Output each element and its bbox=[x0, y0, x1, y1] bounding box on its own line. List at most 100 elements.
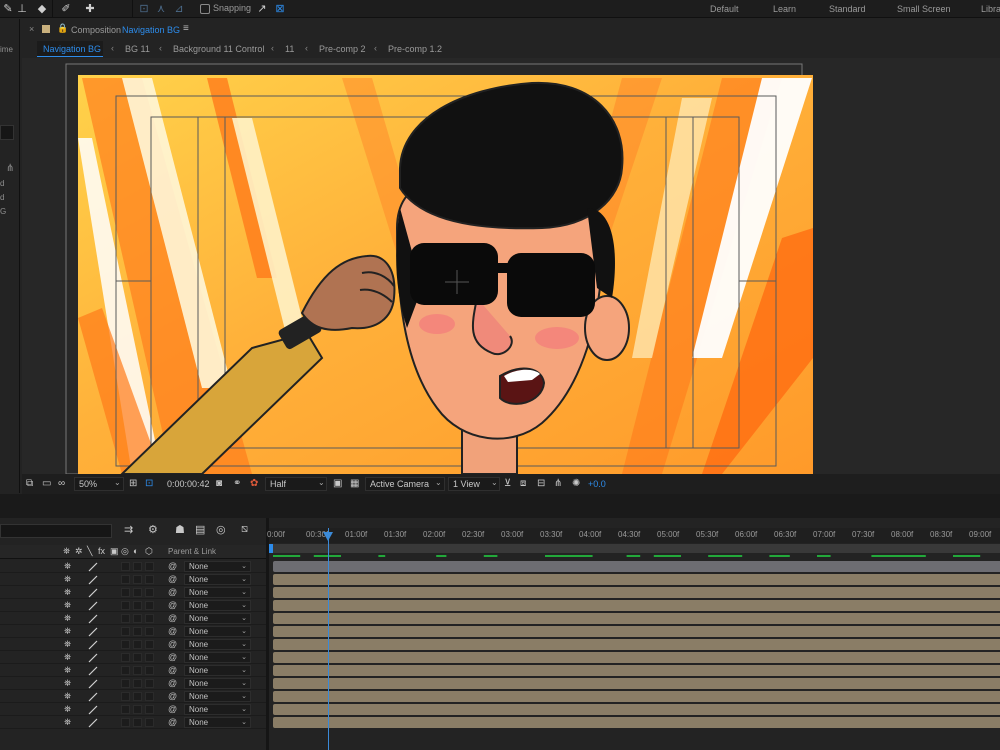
shy-layer-icon[interactable]: ⛯ bbox=[64, 560, 71, 572]
motion-blur-icon[interactable]: ◎ bbox=[216, 523, 226, 536]
roto-brush-icon[interactable]: ✐ bbox=[58, 1, 74, 17]
motion-blur-checkbox[interactable] bbox=[121, 679, 130, 688]
adjustment-layer-checkbox[interactable] bbox=[133, 692, 142, 701]
pick-whip-icon[interactable]: @ bbox=[168, 690, 177, 702]
snap-options-icon[interactable]: ↗ bbox=[254, 1, 270, 17]
adjustment-layer-checkbox[interactable] bbox=[133, 562, 142, 571]
parent-dropdown[interactable]: None ⌄ bbox=[184, 717, 251, 728]
snapping-checkbox[interactable] bbox=[200, 4, 210, 14]
layer-search-input[interactable] bbox=[0, 524, 112, 538]
snap-grid-icon[interactable]: ⊠ bbox=[272, 1, 288, 17]
adjustment-layer-checkbox[interactable] bbox=[133, 614, 142, 623]
monitor-icon[interactable]: ▭ bbox=[42, 478, 51, 490]
3d-layer-checkbox[interactable] bbox=[145, 562, 154, 571]
workspace-standard[interactable]: Standard bbox=[829, 4, 866, 14]
quality-switch-icon[interactable] bbox=[88, 692, 98, 702]
shy-layer-icon[interactable]: ⛯ bbox=[64, 573, 71, 585]
parent-dropdown[interactable]: None ⌄ bbox=[184, 691, 251, 702]
layer-row[interactable]: ⛯ @ None ⌄ bbox=[0, 612, 266, 625]
3d-layer-checkbox[interactable] bbox=[145, 588, 154, 597]
3d-layer-checkbox[interactable] bbox=[145, 692, 154, 701]
breadcrumb-pre-comp-1-2[interactable]: Pre-comp 1.2 bbox=[388, 44, 442, 54]
pick-whip-icon[interactable]: @ bbox=[168, 638, 177, 650]
layer-duration-bar[interactable] bbox=[273, 626, 1000, 637]
workspace-default[interactable]: Default bbox=[710, 4, 739, 14]
breadcrumb-navigation-bg[interactable]: Navigation BG bbox=[43, 44, 101, 54]
flowchart-icon[interactable]: ⋔ bbox=[6, 163, 14, 174]
parent-dropdown[interactable]: None ⌄ bbox=[184, 587, 251, 598]
layer-duration-bar[interactable] bbox=[273, 665, 1000, 676]
current-time-indicator[interactable] bbox=[323, 532, 333, 541]
draft-3d-icon[interactable]: ⚙ bbox=[148, 523, 158, 536]
shy-layer-icon[interactable]: ⛯ bbox=[64, 677, 71, 689]
quality-switch-icon[interactable] bbox=[88, 575, 98, 585]
pick-whip-icon[interactable]: @ bbox=[168, 573, 177, 585]
3d-layer-checkbox[interactable] bbox=[145, 679, 154, 688]
pick-whip-icon[interactable]: @ bbox=[168, 664, 177, 676]
3d-layer-checkbox[interactable] bbox=[145, 614, 154, 623]
layer-row[interactable]: ⛯ @ None ⌄ bbox=[0, 573, 266, 586]
reset-exposure-icon[interactable]: ✺ bbox=[572, 478, 580, 490]
shy-layer-icon[interactable]: ⛯ bbox=[64, 586, 71, 598]
breadcrumb-11[interactable]: 11 bbox=[285, 44, 294, 54]
motion-blur-checkbox[interactable] bbox=[121, 575, 130, 584]
shy-layer-icon[interactable]: ⛯ bbox=[64, 599, 71, 611]
safe-zones-icon[interactable]: ⊞ bbox=[129, 478, 137, 490]
3d-layer-checkbox[interactable] bbox=[145, 718, 154, 727]
parent-dropdown[interactable]: None ⌄ bbox=[184, 639, 251, 650]
composition-viewer[interactable] bbox=[22, 58, 1000, 474]
vr-goggles-icon[interactable]: ∞ bbox=[58, 478, 65, 490]
motion-blur-checkbox[interactable] bbox=[121, 640, 130, 649]
layer-row[interactable]: ⛯ @ None ⌄ bbox=[0, 560, 266, 573]
shy-layer-icon[interactable]: ⛯ bbox=[64, 664, 71, 676]
pick-whip-icon[interactable]: @ bbox=[168, 703, 177, 715]
pick-whip-icon[interactable]: @ bbox=[168, 651, 177, 663]
workspace-learn[interactable]: Learn bbox=[773, 4, 796, 14]
layer-row[interactable]: ⛯ @ None ⌄ bbox=[0, 625, 266, 638]
layer-duration-bar[interactable] bbox=[273, 613, 1000, 624]
flowchart-icon[interactable]: ⋔ bbox=[554, 478, 562, 490]
project-search-field[interactable] bbox=[0, 125, 14, 140]
world-axis-icon[interactable]: ⋏ bbox=[153, 1, 169, 17]
show-snapshot-icon[interactable]: ⚭ bbox=[233, 478, 241, 490]
pick-whip-icon[interactable]: @ bbox=[168, 677, 177, 689]
playhead-line[interactable] bbox=[328, 528, 329, 750]
snapshot-camera-icon[interactable]: ◙ bbox=[216, 478, 222, 490]
motion-blur-checkbox[interactable] bbox=[121, 653, 130, 662]
motion-blur-checkbox[interactable] bbox=[121, 627, 130, 636]
layer-duration-bar[interactable] bbox=[273, 587, 1000, 598]
layer-duration-bar[interactable] bbox=[273, 704, 1000, 715]
layer-row[interactable]: ⛯ @ None ⌄ bbox=[0, 651, 266, 664]
layer-row[interactable]: ⛯ @ None ⌄ bbox=[0, 638, 266, 651]
layer-duration-bar[interactable] bbox=[273, 678, 1000, 689]
close-icon[interactable]: × bbox=[29, 24, 34, 34]
always-preview-icon[interactable]: ⧉ bbox=[26, 478, 33, 490]
work-area-start-handle[interactable] bbox=[269, 544, 273, 553]
adjustment-layer-checkbox[interactable] bbox=[133, 640, 142, 649]
comp-flowchart-icon[interactable]: ⇉ bbox=[124, 523, 133, 536]
motion-blur-checkbox[interactable] bbox=[121, 666, 130, 675]
3d-layer-checkbox[interactable] bbox=[145, 705, 154, 714]
parent-dropdown[interactable]: None ⌄ bbox=[184, 678, 251, 689]
3d-layer-checkbox[interactable] bbox=[145, 575, 154, 584]
motion-blur-checkbox[interactable] bbox=[121, 692, 130, 701]
breadcrumb-pre-comp-2[interactable]: Pre-comp 2 bbox=[319, 44, 366, 54]
parent-dropdown[interactable]: None ⌄ bbox=[184, 561, 251, 572]
adjustment-layer-checkbox[interactable] bbox=[133, 705, 142, 714]
motion-blur-checkbox[interactable] bbox=[121, 705, 130, 714]
parent-dropdown[interactable]: None ⌄ bbox=[184, 652, 251, 663]
channel-rgb-icon[interactable]: ✿ bbox=[250, 478, 258, 490]
quality-switch-icon[interactable] bbox=[88, 562, 98, 572]
pick-whip-icon[interactable]: @ bbox=[168, 586, 177, 598]
local-axis-icon[interactable]: ⊡ bbox=[136, 1, 152, 17]
adjustment-layer-checkbox[interactable] bbox=[133, 679, 142, 688]
parent-dropdown[interactable]: None ⌄ bbox=[184, 613, 251, 624]
shy-layer-icon[interactable]: ⛯ bbox=[64, 625, 71, 637]
layer-duration-bar[interactable] bbox=[273, 691, 1000, 702]
shy-layer-icon[interactable]: ⛯ bbox=[64, 690, 71, 702]
exposure-value[interactable]: +0.0 bbox=[588, 479, 606, 489]
quality-switch-icon[interactable] bbox=[88, 614, 98, 624]
adjustment-layer-checkbox[interactable] bbox=[133, 627, 142, 636]
current-time[interactable]: 0:00:00:42 bbox=[167, 479, 210, 489]
transparency-grid-icon[interactable]: ▦ bbox=[350, 478, 359, 490]
